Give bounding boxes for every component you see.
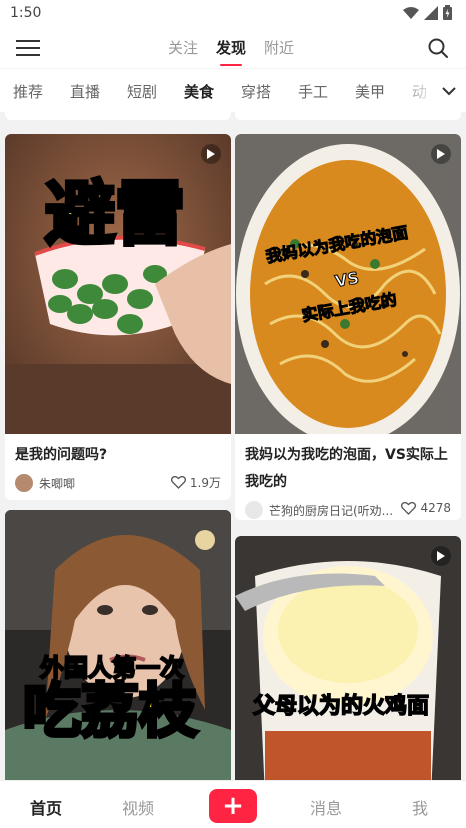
nav-messages[interactable]: 消息 (310, 795, 342, 819)
feed: 避雷 是我的问题吗? 朱唧唧 1.9万 我妈以为我吃的泡面 VS 实际上我吃的 … (0, 112, 466, 780)
like-button[interactable]: 1.9万 (170, 474, 221, 491)
video-badge (201, 144, 221, 164)
expand-categories-button[interactable] (432, 69, 466, 112)
play-icon (437, 551, 445, 561)
category-handcraft[interactable]: 手工 (298, 81, 355, 102)
tab-discover[interactable]: 发现 (216, 37, 246, 66)
feed-card[interactable]: 避雷 是我的问题吗? 朱唧唧 1.9万 (5, 134, 231, 500)
video-badge (431, 144, 451, 164)
signal-icon (424, 5, 438, 20)
bottom-nav: 首页 视频 + 消息 我 (0, 780, 466, 828)
author[interactable]: 芒狗的厨房日记(听劝... (245, 501, 393, 519)
search-icon[interactable] (426, 36, 450, 60)
status-bar: 1:50 (0, 0, 466, 28)
heart-icon (401, 501, 417, 515)
card-cover-image: 外国人第一次 吃荔枝 (5, 510, 231, 780)
nav-home[interactable]: 首页 (30, 795, 62, 819)
cover-illustration (235, 536, 461, 780)
video-badge (431, 546, 451, 566)
wifi-icon (403, 6, 419, 19)
avatar (15, 474, 33, 492)
card-meta: 朱唧唧 1.9万 (5, 469, 231, 499)
menu-icon[interactable] (16, 37, 40, 59)
category-live[interactable]: 直播 (70, 81, 127, 102)
avatar (245, 501, 263, 519)
top-nav: 关注 发现 附近 (0, 28, 466, 68)
card-title: 是我的问题吗? (15, 447, 108, 463)
feed-card[interactable]: 我妈以为我吃的泡面 VS 实际上我吃的 我妈以为我吃的泡面，VS实际上我吃的 芒… (235, 134, 461, 520)
like-button[interactable]: 4278 (401, 501, 451, 515)
category-short-drama[interactable]: 短剧 (127, 81, 184, 102)
publish-button[interactable]: + (209, 789, 257, 823)
card-cover-image: 我妈以为我吃的泡面 VS 实际上我吃的 (235, 134, 461, 434)
play-icon (437, 149, 445, 159)
heart-icon (170, 476, 186, 489)
like-count: 1.9万 (189, 476, 221, 490)
author[interactable]: 朱唧唧 (15, 474, 75, 492)
card-cover-image: 避雷 (5, 134, 231, 434)
card-title: 我妈以为我吃的泡面，VS实际上我吃的 (245, 447, 448, 490)
card-cover-image: 父母以为的火鸡面 (235, 536, 461, 780)
play-icon (207, 149, 215, 159)
feed-card[interactable]: 外国人第一次 吃荔枝 (5, 510, 231, 780)
battery-icon (443, 5, 452, 20)
category-food[interactable]: 美食 (184, 81, 241, 102)
cover-overlay-text: 父母以为的火鸡面 (252, 693, 430, 720)
category-outfit[interactable]: 穿搭 (241, 81, 298, 102)
card-meta: 芒狗的厨房日记(听劝... 4278 (235, 496, 461, 520)
author-name: 朱唧唧 (39, 476, 76, 491)
tab-nearby[interactable]: 附近 (264, 37, 294, 64)
top-tabs: 关注 发现 附近 (168, 37, 294, 66)
chevron-down-icon (442, 87, 456, 96)
cover-overlay-text: 避雷 (43, 172, 187, 256)
tab-following[interactable]: 关注 (168, 37, 198, 64)
partial-card-left[interactable] (5, 112, 231, 120)
plus-icon: + (222, 791, 244, 821)
partial-card-right[interactable] (235, 112, 461, 120)
like-count: 4278 (420, 501, 451, 515)
status-icons (403, 5, 452, 20)
nav-video[interactable]: 视频 (122, 795, 154, 819)
feed-card[interactable]: 父母以为的火鸡面 (235, 536, 461, 780)
nav-me[interactable]: 我 (412, 795, 428, 819)
cover-overlay-line2: 吃荔枝 (21, 675, 199, 747)
author-name: 芒狗的厨房日记(听劝... (269, 503, 394, 518)
category-bar: 推荐 直播 短剧 美食 穿搭 手工 美甲 动 (0, 68, 466, 112)
category-recommend[interactable]: 推荐 (13, 81, 70, 102)
status-time: 1:50 (10, 5, 42, 21)
